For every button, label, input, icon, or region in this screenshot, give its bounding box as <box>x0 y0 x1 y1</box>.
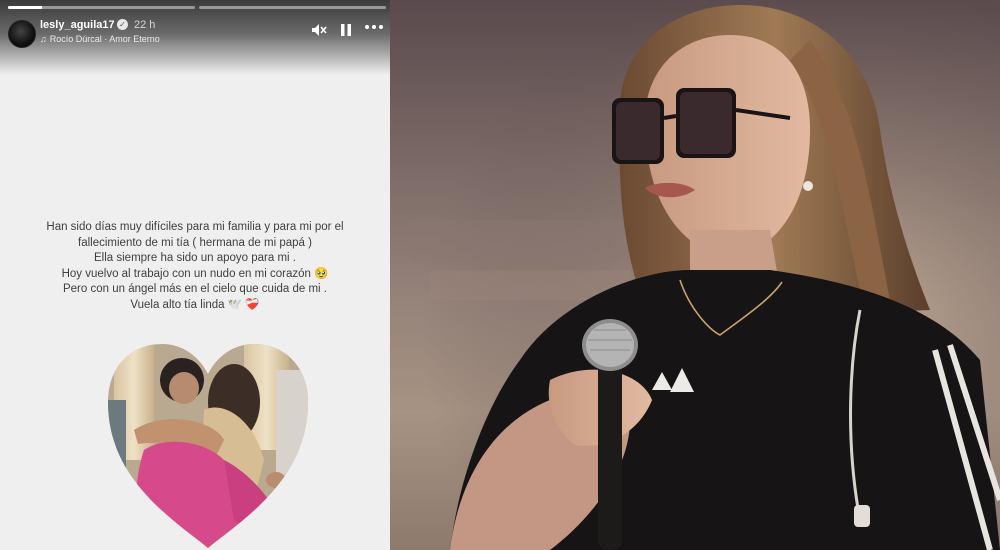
story-message: Han sido días muy difíciles para mi fami… <box>10 220 380 313</box>
message-line: Pero con un ángel más en el cielo que cu… <box>62 283 328 295</box>
music-note-icon: ♫ <box>40 34 47 44</box>
instagram-story: lesly_aguila17 ✓ 22 h ♫ Rocío Dúrcal · Am… <box>0 0 390 550</box>
username[interactable]: lesly_aguila17 <box>40 19 115 31</box>
story-header: lesly_aguila17 ✓ 22 h ♫ Rocío Dúrcal · Am… <box>8 18 384 48</box>
avatar[interactable] <box>8 20 36 48</box>
story-progress-bar <box>8 6 386 9</box>
heart-photo <box>108 344 308 548</box>
more-options-button[interactable] <box>364 19 384 35</box>
photo-illustration <box>390 0 1000 550</box>
mute-button[interactable] <box>311 23 327 40</box>
post-time: 22 h <box>134 19 156 31</box>
progress-segment-2 <box>199 6 386 9</box>
message-line: Han sido días muy difíciles para mi fami… <box>46 221 344 233</box>
pause-button[interactable] <box>340 23 352 40</box>
message-line: Vuela alto tía linda 🕊️ ❤️‍🩹 <box>130 298 260 311</box>
message-line: Hoy vuelvo al trabajo con un nudo en mi … <box>61 267 329 280</box>
more-options-icon <box>365 25 383 29</box>
progress-segment-1 <box>8 6 195 9</box>
message-line: fallecimiento de mi tía ( hermana de mi … <box>78 236 312 249</box>
music-info[interactable]: ♫ Rocío Dúrcal · Amor Eterno <box>40 34 160 44</box>
pause-icon <box>341 24 351 36</box>
verified-badge-icon: ✓ <box>117 19 128 30</box>
speaker-muted-icon <box>312 24 327 36</box>
message-line: Ella siempre ha sido un apoyo para mi . <box>94 252 296 264</box>
woman-with-microphone-photo <box>390 0 1000 550</box>
music-label: Rocío Dúrcal · Amor Eterno <box>49 34 160 44</box>
